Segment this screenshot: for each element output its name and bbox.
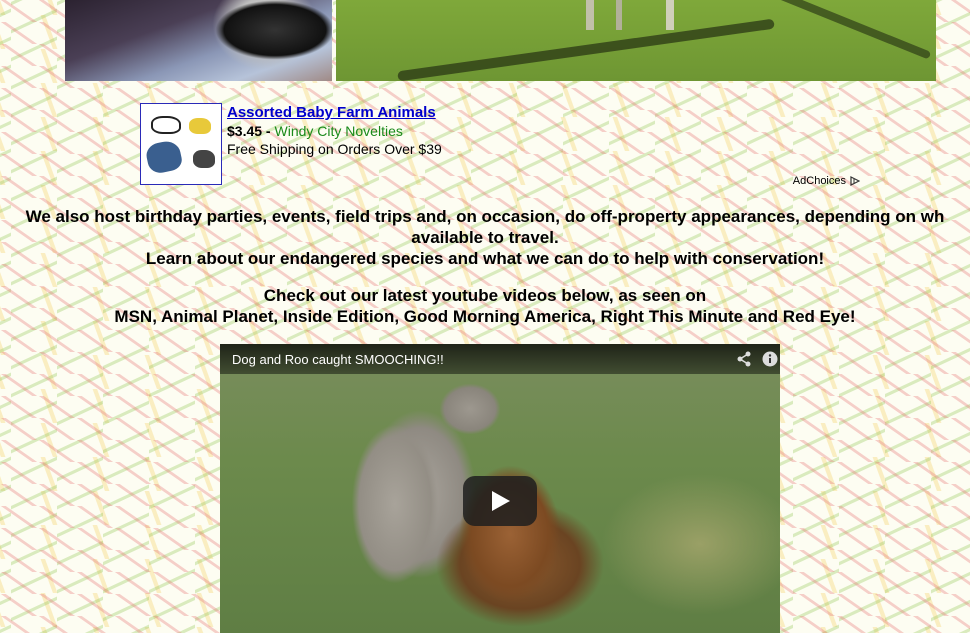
video-title-bar: Dog and Roo caught SMOOCHING!!	[220, 344, 780, 374]
adchoices-label: AdChoices	[792, 175, 846, 187]
adchoices-icon	[850, 176, 861, 186]
ad-product-image[interactable]	[140, 103, 222, 185]
kangaroo-legs	[586, 0, 726, 30]
ad-seller[interactable]: Windy City Novelties	[275, 123, 403, 139]
video-title[interactable]: Dog and Roo caught SMOOCHING!!	[232, 352, 444, 367]
youtube-line: Check out our latest youtube videos belo…	[263, 286, 707, 305]
youtube-line: MSN, Animal Planet, Inside Edition, Good…	[114, 307, 856, 326]
ad-title-link[interactable]: Assorted Baby Farm Animals	[227, 104, 436, 121]
intro-line: available to travel.	[411, 228, 559, 247]
ad-unit: Assorted Baby Farm Animals $3.45 - Windy…	[140, 103, 861, 189]
ad-shipping: Free Shipping on Orders Over $39	[227, 141, 442, 157]
shadow	[770, 0, 932, 60]
adchoices-link[interactable]: AdChoices	[792, 175, 861, 187]
youtube-video-player[interactable]: Dog and Roo caught SMOOCHING!!	[220, 344, 780, 633]
ad-price-line: $3.45 - Windy City Novelties	[227, 123, 403, 139]
youtube-intro: Check out our latest youtube videos belo…	[0, 285, 970, 327]
toy-cow	[151, 116, 181, 134]
intro-paragraph: We also host birthday parties, events, f…	[0, 206, 970, 248]
info-icon[interactable]	[762, 351, 778, 367]
play-button[interactable]	[463, 476, 537, 526]
intro-line: We also host birthday parties, events, f…	[25, 207, 945, 226]
header-photo-left	[65, 0, 332, 81]
conservation-link[interactable]: Learn about our endangered species and w…	[0, 248, 970, 269]
toy-package	[144, 138, 184, 176]
share-icon[interactable]	[736, 351, 752, 367]
animal-fur	[215, 0, 332, 60]
ad-separator: -	[262, 123, 275, 139]
ad-price: $3.45	[227, 123, 263, 139]
header-photo-right	[336, 0, 936, 81]
toy-donkey	[193, 150, 215, 168]
toy-goat	[189, 118, 211, 134]
